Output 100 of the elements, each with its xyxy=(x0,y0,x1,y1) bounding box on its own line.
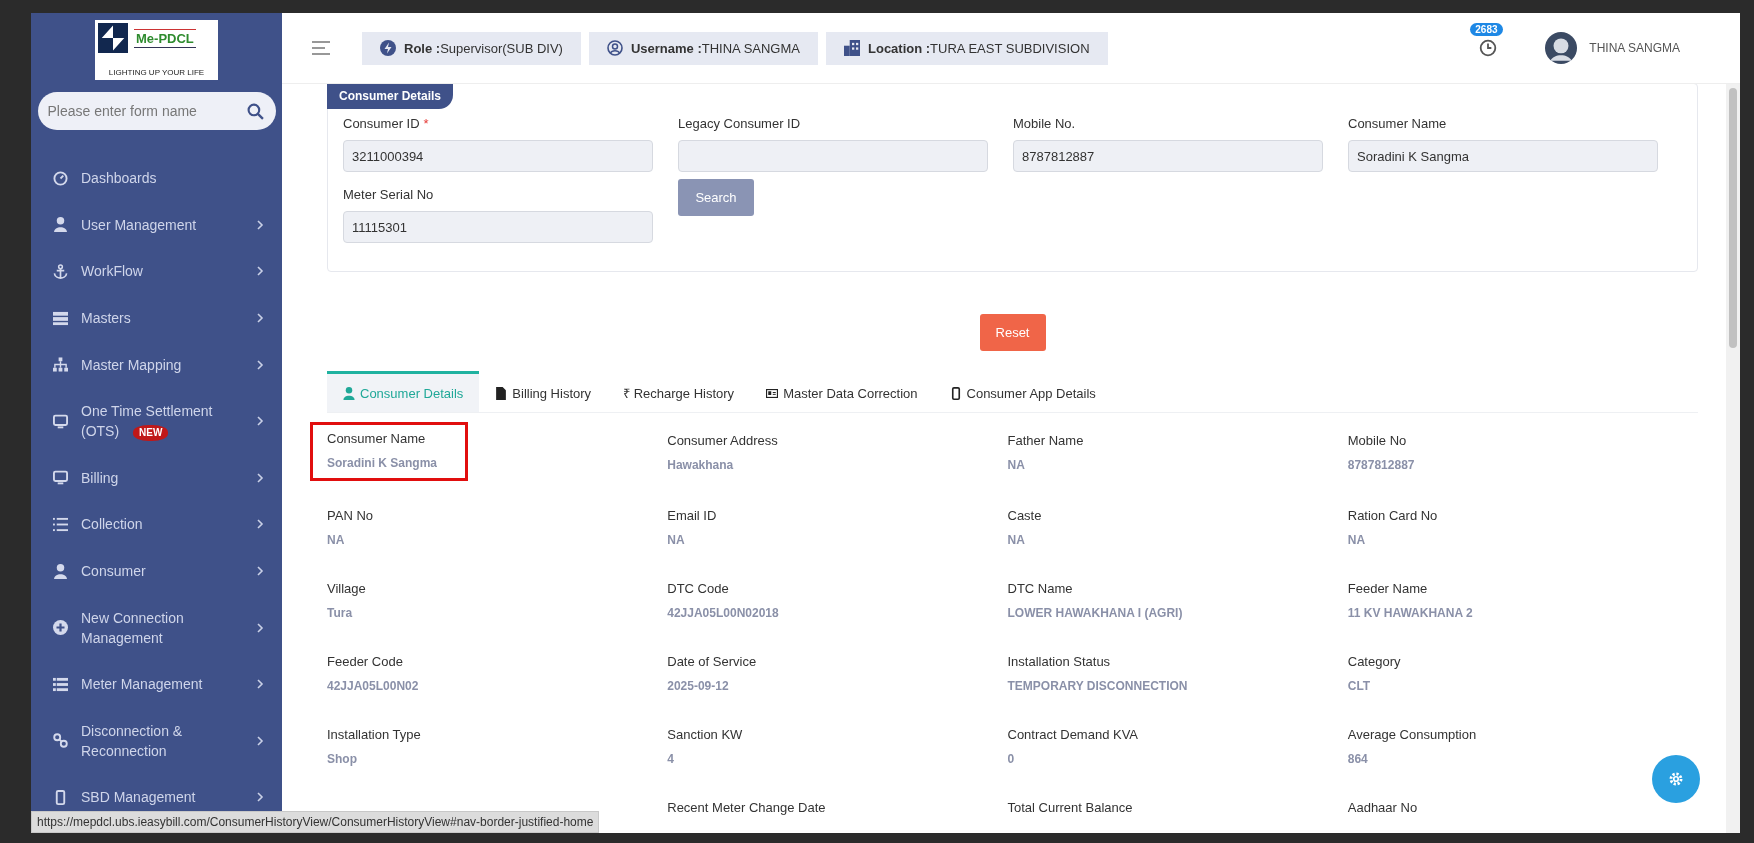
detail-value: NA xyxy=(1007,458,1026,472)
detail-label: Category xyxy=(1347,654,1401,669)
detail-label: Installation Type xyxy=(327,727,421,742)
user-circle-icon xyxy=(606,40,623,56)
building-icon xyxy=(844,40,860,56)
sitemap-icon xyxy=(53,357,68,373)
phone-icon xyxy=(53,789,68,805)
clock-icon[interactable] xyxy=(1479,39,1498,57)
field-label: Mobile No. xyxy=(1013,116,1077,131)
chip-text: Role :Supervisor(SUB DIV) xyxy=(404,40,563,56)
detail-value: Hawakhana xyxy=(667,458,735,472)
input-field[interactable] xyxy=(678,140,988,172)
sidebar-item[interactable]: Collection xyxy=(31,501,282,548)
detail-value: 42JJA05L00N02 xyxy=(327,679,419,693)
detail-label: Date of Service xyxy=(667,654,757,669)
sidebar-item[interactable]: Consumer xyxy=(31,547,282,595)
detail-label: Recent Meter Change Date xyxy=(667,800,826,815)
input-field[interactable]: 8787812887 xyxy=(1013,140,1323,172)
detail-label: DTC Code xyxy=(667,581,730,596)
sidebar-item[interactable]: Disconnection & Reconnection xyxy=(31,707,282,775)
input-field[interactable]: 11115301 xyxy=(343,211,653,243)
field-label: Meter Serial No xyxy=(343,187,435,202)
status-url-tooltip: https://mepdcl.ubs.ieasybill.com/ConsumerHistoryView/ConsumerHistoryView#nav-border-justified-home xyxy=(31,811,600,833)
detail-label: Contract Demand KVA xyxy=(1007,727,1139,742)
tab[interactable]: Master Data Correction xyxy=(750,371,934,412)
phone-icon xyxy=(949,386,962,400)
sidebar-item[interactable]: Billing xyxy=(31,454,282,502)
search-field[interactable]: Please enter form name xyxy=(37,92,276,130)
monitor-icon xyxy=(53,413,68,429)
detail-value: Shop xyxy=(327,752,358,766)
avatar-icon[interactable] xyxy=(1545,32,1578,64)
detail-value: 2025-09-12 xyxy=(667,679,730,693)
detail-value: 42JJA05L00N02018 xyxy=(667,606,779,620)
detail-value: NA xyxy=(1007,533,1026,547)
sidebar-item[interactable]: Dashboards xyxy=(31,155,282,202)
detail-label: Average Consumption xyxy=(1347,727,1477,742)
logo-mark-icon xyxy=(98,23,128,53)
detail-label: Total Current Balance xyxy=(1007,800,1133,815)
sidebar-item[interactable]: Masters xyxy=(31,294,282,342)
sidebar-item[interactable]: WorkFlow xyxy=(31,248,282,295)
detail-value: 0 xyxy=(1007,752,1016,766)
detail-label: DTC Name xyxy=(1007,581,1074,596)
scrollbar-thumb[interactable] xyxy=(1729,88,1737,348)
gauge-icon xyxy=(53,170,68,186)
detail-label: Email ID xyxy=(667,508,717,523)
detail-value: NA xyxy=(327,533,346,547)
detail-value: 11 KV HAWAKHANA 2 xyxy=(1347,606,1473,620)
field-label: Consumer Name xyxy=(1348,116,1448,131)
detail-value: TEMPORARY DISCONNECTION xyxy=(1007,679,1188,693)
link-icon xyxy=(53,733,68,749)
detail-label: Caste xyxy=(1007,508,1042,523)
reset-button[interactable]: Reset xyxy=(979,314,1046,351)
sidebar-item[interactable]: New Connection Management xyxy=(31,594,282,661)
user-name[interactable]: THINA SANGMA xyxy=(1589,41,1680,55)
server-icon xyxy=(53,310,68,326)
detail-label: Installation Status xyxy=(1007,654,1112,669)
tab[interactable]: ₹ Recharge History xyxy=(607,371,751,412)
user-icon xyxy=(53,217,68,233)
detail-value: 4 xyxy=(667,752,675,766)
sidebar-item[interactable]: User Management xyxy=(31,201,282,249)
field-label: Consumer ID * xyxy=(343,116,430,131)
logo-brand: Me-PDCL xyxy=(134,28,196,48)
input-field[interactable]: 3211000394 xyxy=(343,140,653,172)
detail-label: Ration Card No xyxy=(1347,508,1438,523)
detail-label: Feeder Name xyxy=(1347,581,1429,596)
detail-value: Tura xyxy=(327,606,354,620)
anchor-icon xyxy=(53,264,68,279)
menu-icon[interactable] xyxy=(312,41,330,55)
sidebar-item[interactable]: One Time Settlement (OTS) NEW xyxy=(31,387,282,455)
detail-label: Mobile No xyxy=(1347,433,1408,448)
input-field[interactable]: Soradini K Sangma xyxy=(1348,140,1658,172)
detail-label: Sanction KW xyxy=(667,727,743,742)
detail-value: NA xyxy=(1347,533,1367,547)
tab[interactable]: Billing History xyxy=(479,371,608,412)
detail-label: Aadhaar No xyxy=(1347,800,1418,815)
sidebar-item[interactable]: Master Mapping xyxy=(31,341,282,388)
detail-label: Father Name xyxy=(1007,433,1084,448)
search-icon[interactable] xyxy=(246,103,264,120)
sidebar-item[interactable]: Meter Management xyxy=(31,660,282,708)
section-title: Consumer Details xyxy=(327,84,454,109)
chip-text: Location :TURA EAST SUBDIVISION xyxy=(868,40,1090,56)
chip-text: Username :THINA SANGMA xyxy=(630,40,800,56)
detail-label: Village xyxy=(327,581,366,596)
field-label: Legacy Consumer ID xyxy=(678,116,802,131)
list-icon xyxy=(53,516,68,532)
gear-icon xyxy=(1667,770,1685,788)
tab[interactable]: Consumer App Details xyxy=(933,371,1112,412)
detail-value: 8787812887 xyxy=(1347,458,1415,472)
detail-label: PAN No xyxy=(327,508,373,523)
monitor-icon xyxy=(53,470,68,486)
file-icon xyxy=(495,386,508,400)
detail-label: Consumer Address xyxy=(667,433,778,448)
plus-circle-icon xyxy=(53,620,68,636)
tab[interactable]: Consumer Details xyxy=(327,371,480,412)
new-badge: NEW xyxy=(133,425,169,442)
list-icon xyxy=(53,676,68,692)
detail-value: Soradini K Sangma xyxy=(327,456,438,470)
search-button[interactable]: Search xyxy=(678,179,754,216)
user-icon xyxy=(343,386,355,400)
user-icon xyxy=(53,563,68,579)
